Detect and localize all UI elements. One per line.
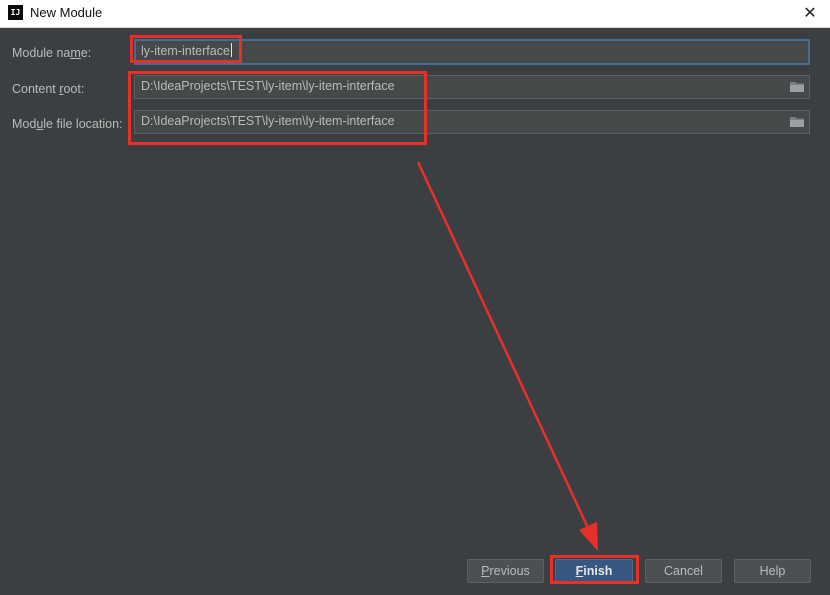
content-root-value: D:\IdeaProjects\TEST\ly-item\ly-item-int… bbox=[141, 79, 395, 93]
previous-button[interactable]: Previous bbox=[467, 559, 544, 583]
help-button[interactable]: Help bbox=[734, 559, 811, 583]
module-name-row: Module name: ly-item-interface bbox=[0, 38, 830, 68]
intellij-logo-icon: IJ bbox=[8, 5, 23, 20]
folder-icon[interactable] bbox=[789, 80, 805, 93]
module-file-location-value: D:\IdeaProjects\TEST\ly-item\ly-item-int… bbox=[141, 114, 395, 128]
module-name-label: Module name: bbox=[12, 46, 92, 60]
module-file-location-label: Module file location: bbox=[12, 117, 123, 131]
finish-button[interactable]: Finish bbox=[555, 559, 633, 583]
module-name-input[interactable]: ly-item-interface bbox=[134, 39, 810, 65]
content-root-row: Content root: D:\IdeaProjects\TEST\ly-it… bbox=[0, 74, 830, 104]
module-file-location-input[interactable]: D:\IdeaProjects\TEST\ly-item\ly-item-int… bbox=[134, 110, 810, 134]
content-root-input[interactable]: D:\IdeaProjects\TEST\ly-item\ly-item-int… bbox=[134, 75, 810, 99]
close-button[interactable]: ✕ bbox=[800, 3, 820, 23]
cancel-button[interactable]: Cancel bbox=[645, 559, 722, 583]
content-root-label: Content root: bbox=[12, 82, 85, 96]
window-title: New Module bbox=[30, 5, 103, 20]
module-name-value: ly-item-interface bbox=[141, 44, 230, 58]
dialog-body: Module name: ly-item-interface Content r… bbox=[0, 28, 830, 590]
module-file-location-row: Module file location: D:\IdeaProjects\TE… bbox=[0, 109, 830, 139]
text-caret bbox=[230, 43, 232, 57]
folder-icon[interactable] bbox=[789, 115, 805, 128]
title-bar: IJ New Module ✕ bbox=[0, 0, 830, 28]
